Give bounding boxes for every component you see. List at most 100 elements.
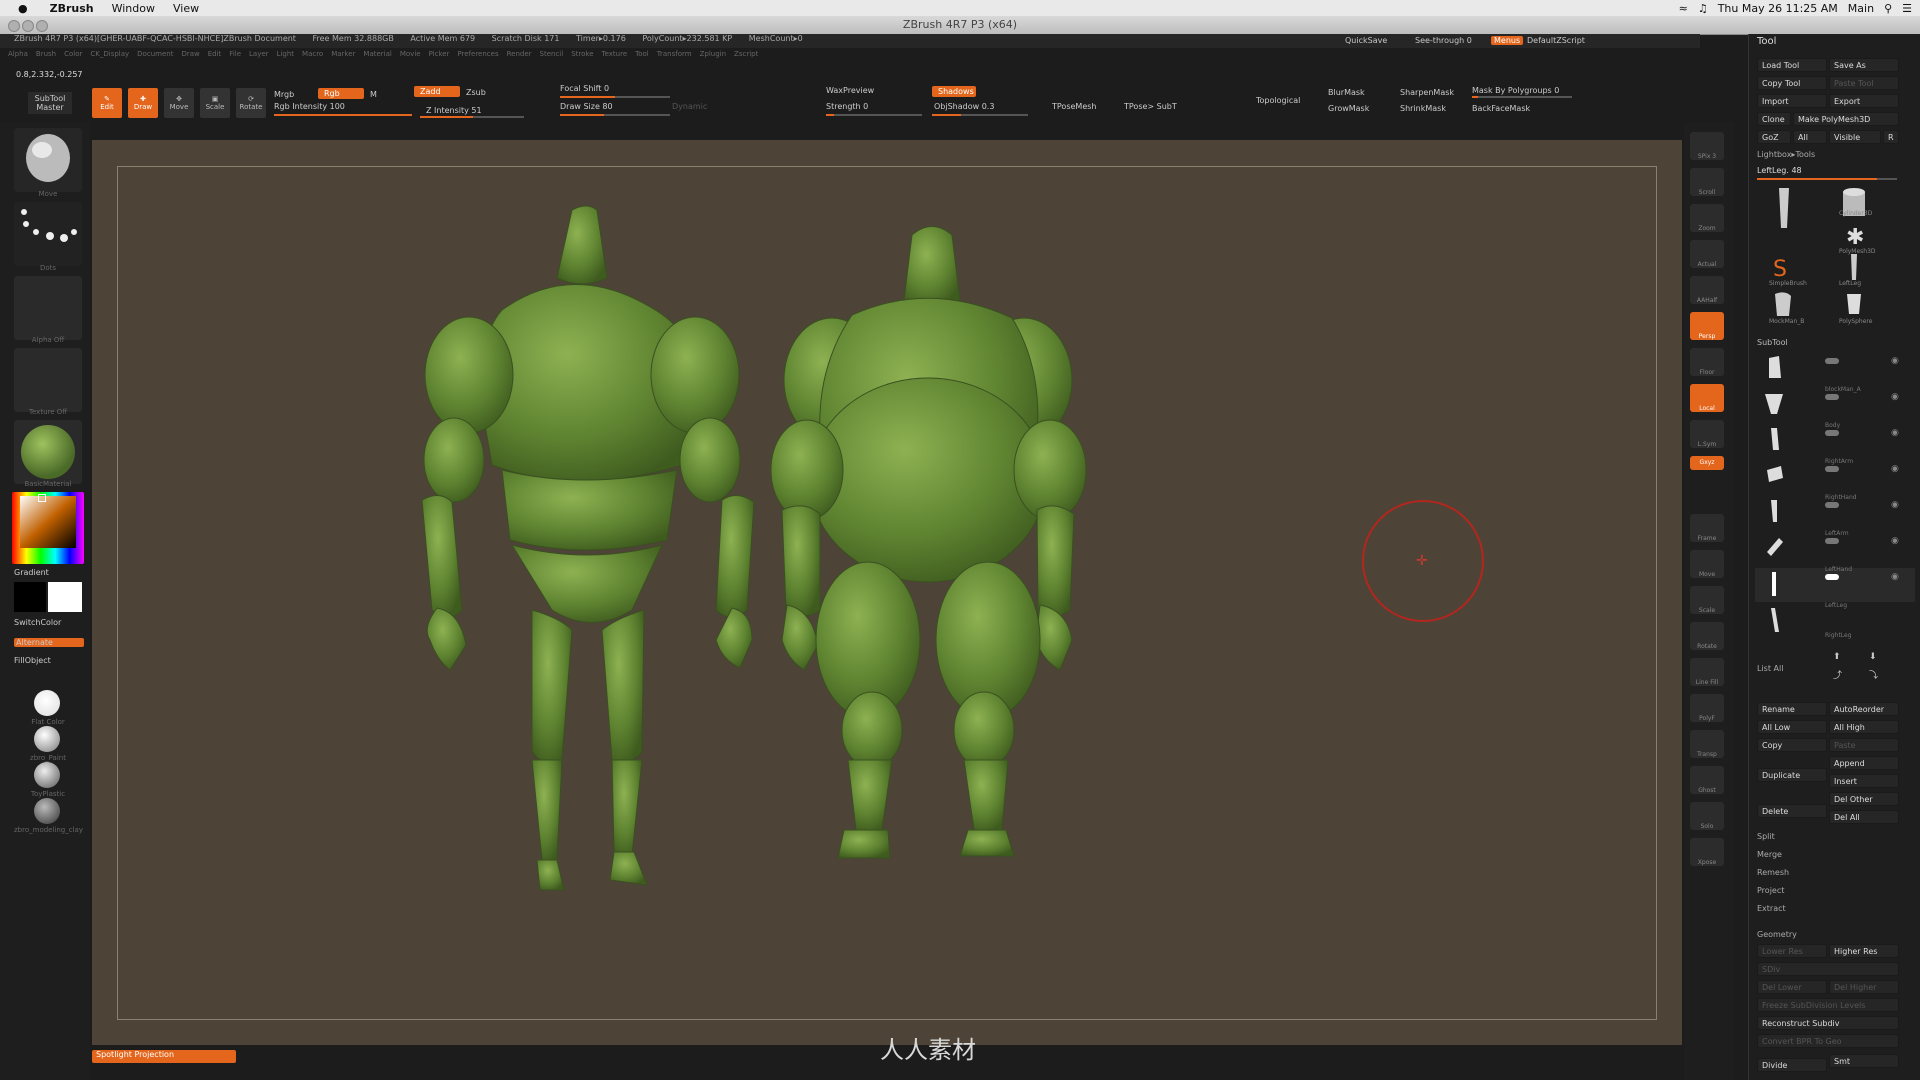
delete-button[interactable]: Delete [1757,804,1827,818]
lsym-button[interactable]: L.Sym [1690,420,1724,448]
menu-ck-display[interactable]: CK_Display [90,50,129,58]
z-intensity-track[interactable] [420,116,524,118]
objshadow-track[interactable] [932,114,1028,116]
tool-thumb-polysphere[interactable] [1829,290,1879,320]
default-zscript-button[interactable]: DefaultZScript [1527,36,1585,45]
move-down-right-icon[interactable]: ⤵ [1869,668,1878,681]
gradient-label[interactable]: Gradient [14,568,49,577]
focal-shift-slider[interactable]: Focal Shift 0 [560,84,609,93]
del-other-button[interactable]: Del Other [1829,792,1899,806]
color-picker-handle[interactable] [38,494,46,502]
growmask-button[interactable]: GrowMask [1328,104,1369,113]
menu-layer[interactable]: Layer [249,50,269,58]
rgb-button[interactable]: Rgb [318,88,364,99]
scale-view-button[interactable]: Scale [1690,586,1724,614]
rename-button[interactable]: Rename [1757,702,1827,716]
menu-zscript[interactable]: Zscript [734,50,758,58]
quicksave-button[interactable]: QuickSave [1345,36,1387,45]
stroke-thumbnail[interactable] [14,202,82,266]
tool-thumb-mockman[interactable] [1759,290,1809,320]
persp-button[interactable]: Persp [1690,312,1724,340]
waxpreview-button[interactable]: WaxPreview [826,86,874,95]
focal-shift-track[interactable] [560,96,670,98]
autoreorder-button[interactable]: AutoReorder [1829,702,1899,716]
rgb-intensity-track[interactable] [274,114,412,116]
zbro-paint-material-icon[interactable] [34,726,60,752]
rotate-button[interactable]: ⟳ Rotate [236,88,266,118]
blurmask-button[interactable]: BlurMask [1328,88,1365,97]
eye-icon[interactable]: ◉ [1891,500,1899,510]
polyf-button[interactable]: PolyF [1690,694,1724,722]
draw-button[interactable]: ✚ Draw [128,88,158,118]
goz-r-button[interactable]: R [1883,130,1899,144]
eye-icon[interactable]: ◉ [1891,356,1899,366]
z-intensity-slider[interactable]: Z Intensity 51 [426,106,482,115]
edit-button[interactable]: ✎ Edit [92,88,122,118]
geometry-section-header[interactable]: Geometry [1757,930,1920,939]
flat-color-material-icon[interactable] [34,690,60,716]
menu-picker[interactable]: Picker [429,50,450,58]
eye-icon[interactable]: ◉ [1891,392,1899,402]
color-picker-square[interactable] [20,496,76,548]
eye-icon[interactable]: ◉ [1891,572,1899,582]
switchcolor-button[interactable]: SwitchColor [14,618,61,627]
zsub-button[interactable]: Zsub [466,88,486,97]
menu-transform[interactable]: Transform [657,50,692,58]
toyplastic-material-icon[interactable] [34,762,60,788]
subtool-item-5[interactable]: LeftArm ◉ [1755,530,1915,566]
tool-thumb-simplebrush[interactable]: S [1759,252,1809,282]
scroll-button[interactable]: Scroll [1690,168,1724,196]
shadows-button[interactable]: Shadows [932,86,976,97]
menu-render[interactable]: Render [507,50,532,58]
aahalf-button[interactable]: AAHalf [1690,276,1724,304]
subtool-item-0[interactable]: ◉ [1755,352,1915,386]
shrinkmask-button[interactable]: ShrinkMask [1400,104,1446,113]
menus-button[interactable]: Menus [1491,36,1524,45]
m-button[interactable]: M [370,90,377,99]
move-view-button[interactable]: Move [1690,550,1724,578]
append-button[interactable]: Append [1829,756,1899,770]
subtool-master-button[interactable]: SubTool Master [28,92,72,114]
menu-tool[interactable]: Tool [635,50,649,58]
extract-section[interactable]: Extract [1757,904,1920,913]
brush-thumbnail[interactable] [14,128,82,192]
see-through-slider[interactable]: See-through 0 [1415,36,1472,45]
subtool-section-header[interactable]: SubTool [1757,338,1920,347]
menu-file[interactable]: File [229,50,241,58]
subtool-item-3[interactable]: RightArm ◉ [1755,458,1915,494]
del-all-button[interactable]: Del All [1829,810,1899,824]
strength-track[interactable] [826,114,922,116]
all-high-button[interactable]: All High [1829,720,1899,734]
menu-alpha[interactable]: Alpha [8,50,28,58]
menu-edit[interactable]: Edit [208,50,222,58]
mask-by-polygroups-track[interactable] [1472,96,1572,98]
volume-icon[interactable]: ♫ [1698,2,1708,15]
menu-color[interactable]: Color [64,50,82,58]
objshadow-slider[interactable]: ObjShadow 0.3 [934,102,994,111]
subtool-item-4[interactable]: RightHand ◉ [1755,494,1915,530]
subtool-item-6-selected[interactable]: LeftHand ◉ [1755,566,1915,602]
lightbox-tools-button[interactable]: Lightbox▸Tools [1757,150,1920,159]
menu-window[interactable]: Window [112,2,155,15]
goz-button[interactable]: GoZ [1757,130,1791,144]
clock-text[interactable]: Thu May 26 11:25 AM [1718,2,1838,15]
texture-thumbnail[interactable] [14,348,82,412]
divide-button[interactable]: Divide [1757,1058,1827,1072]
primary-color-swatch[interactable] [48,582,82,612]
remesh-section[interactable]: Remesh [1757,868,1920,877]
split-section[interactable]: Split [1757,832,1920,841]
project-section[interactable]: Project [1757,886,1920,895]
mrgb-button[interactable]: Mrgb [274,90,294,99]
sdiv-slider[interactable]: SDiv [1757,962,1899,976]
goz-all-button[interactable]: All [1793,130,1827,144]
subtool-item-1[interactable]: blockMan_A ◉ [1755,386,1915,422]
menu-stencil[interactable]: Stencil [540,50,564,58]
wifi-icon[interactable]: ≈ [1679,2,1688,15]
strength-slider[interactable]: Strength 0 [826,102,868,111]
move-up-right-icon[interactable]: ⤴ [1833,668,1842,681]
apple-icon[interactable]: ● [18,2,28,15]
menu-movie[interactable]: Movie [400,50,421,58]
merge-section[interactable]: Merge [1757,850,1920,859]
subtool-toggle[interactable] [1825,358,1839,364]
solo-button[interactable]: Solo [1690,802,1724,830]
